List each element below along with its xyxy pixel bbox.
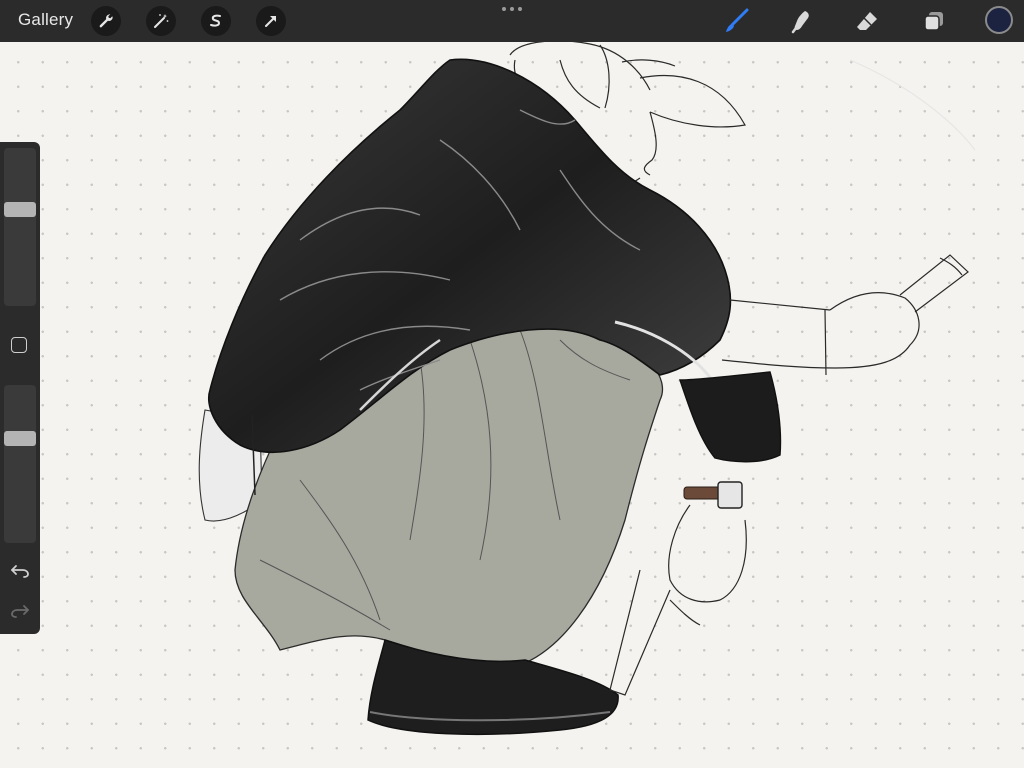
selection-s-icon — [210, 14, 221, 27]
drawing-canvas[interactable] — [0, 42, 1024, 768]
left-sidebar — [0, 142, 40, 634]
wristwatch-face — [717, 481, 743, 509]
jacket-cuff — [679, 371, 782, 463]
artwork — [198, 42, 976, 736]
eraser-tool-button[interactable] — [852, 6, 882, 36]
undo-icon — [11, 565, 29, 578]
gallery-button[interactable]: Gallery — [18, 10, 73, 30]
undo-button[interactable] — [8, 558, 32, 582]
actions-button[interactable] — [91, 6, 121, 36]
selection-button[interactable] — [201, 6, 231, 36]
top-toolbar: Gallery — [0, 0, 1024, 42]
arrow-cursor-icon — [265, 16, 276, 27]
redo-icon — [11, 605, 29, 618]
wristwatch-strap — [683, 486, 721, 500]
transform-button[interactable] — [256, 6, 286, 36]
raised-hand-sketch — [721, 254, 969, 376]
brush-size-thumb[interactable] — [4, 202, 36, 217]
opacity-slider[interactable] — [4, 385, 36, 543]
layers-icon — [924, 12, 943, 31]
brush-size-slider[interactable] — [4, 148, 36, 306]
lower-hand-sketch — [609, 504, 747, 696]
redo-button[interactable] — [8, 598, 32, 622]
brush-tool-button[interactable] — [722, 6, 752, 36]
opacity-thumb[interactable] — [4, 431, 36, 446]
smudge-tool-button[interactable] — [787, 6, 817, 36]
color-swatch[interactable] — [985, 6, 1013, 34]
modify-button[interactable] — [11, 337, 27, 353]
brush-icon — [726, 8, 749, 32]
adjustments-button[interactable] — [146, 6, 176, 36]
more-options-icon[interactable] — [500, 4, 524, 14]
magic-wand-icon — [154, 14, 169, 28]
wrench-icon — [99, 14, 113, 28]
smudge-finger-icon — [791, 11, 809, 34]
eraser-icon — [857, 12, 877, 30]
layers-button[interactable] — [919, 6, 949, 36]
